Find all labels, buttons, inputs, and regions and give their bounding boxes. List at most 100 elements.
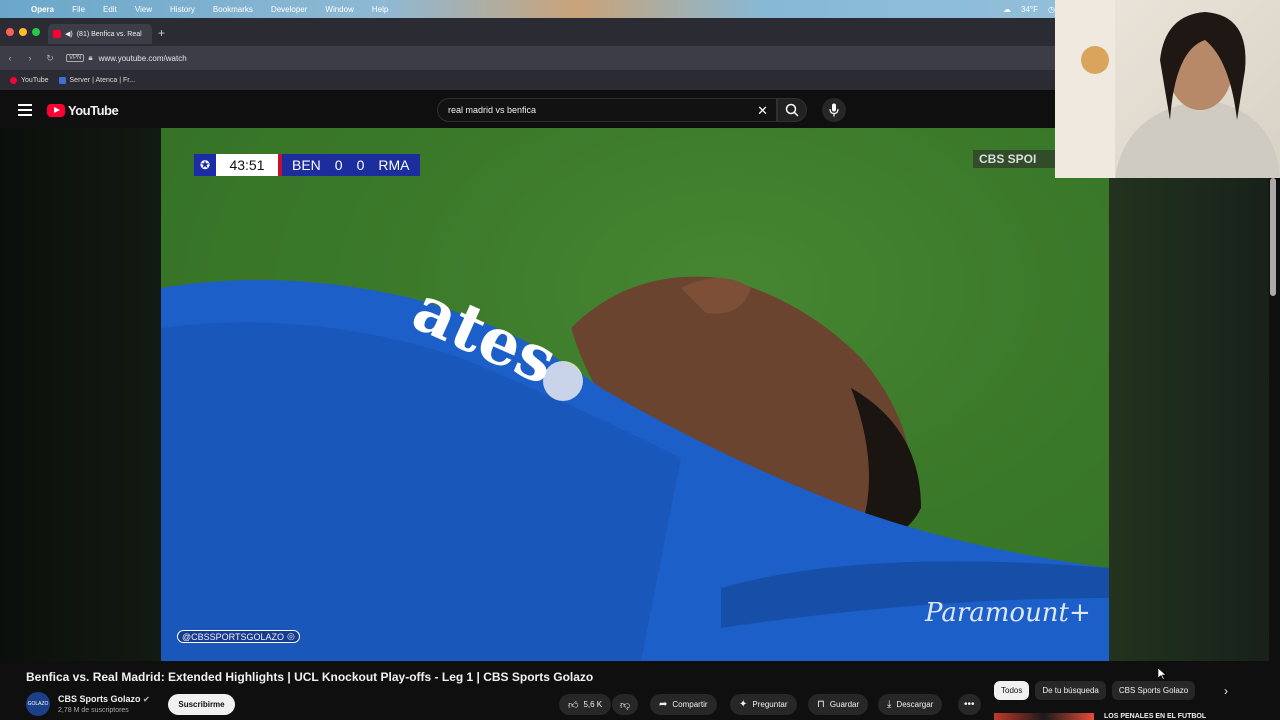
sparkle-icon: ✦	[739, 699, 748, 710]
bookmark-icon: ⊓	[817, 699, 825, 710]
ambient-right	[1109, 178, 1269, 661]
window-controls	[6, 28, 40, 36]
close-window-button[interactable]	[6, 28, 14, 36]
weather-icon[interactable]: ☁	[1003, 5, 1011, 14]
home-team: BEN	[292, 157, 321, 173]
dislike-button[interactable]: 👎︎	[612, 694, 639, 715]
golazo-icon: ◎	[287, 631, 295, 641]
chip-from-search[interactable]: De tu búsqueda	[1035, 681, 1106, 700]
download-label: Descargar	[896, 700, 934, 709]
bookmark-server[interactable]: Server | Atenca | Fr...	[58, 76, 136, 84]
reload-icon[interactable]: ↻	[40, 53, 60, 64]
chip-channel[interactable]: CBS Sports Golazo	[1111, 681, 1196, 700]
download-button[interactable]: ⤓ Descargar	[878, 694, 943, 715]
menu-edit[interactable]: Edit	[94, 5, 126, 14]
clear-search-icon[interactable]: ✕	[757, 103, 768, 119]
webcam-person-image	[1055, 0, 1280, 178]
forward-icon[interactable]: ›	[20, 53, 40, 63]
menubar-status: ☁ 34°F ◷	[1003, 5, 1055, 14]
ask-button[interactable]: ✦ Preguntar	[730, 694, 797, 715]
save-button[interactable]: ⊓ Guardar	[808, 694, 869, 715]
menu-opera[interactable]: Opera	[22, 5, 63, 14]
search-icon	[785, 103, 799, 117]
social-handle: @CBSSPORTSGOLAZO ◎	[177, 630, 300, 643]
new-tab-button[interactable]: +	[158, 26, 165, 40]
youtube-play-icon	[47, 104, 65, 117]
page-scrollbar[interactable]	[1270, 178, 1276, 296]
menu-bookmarks[interactable]: Bookmarks	[204, 5, 262, 14]
bookmark-label: YouTube	[21, 76, 49, 84]
url-field[interactable]: www.youtube.com/watch	[99, 54, 187, 63]
menu-window[interactable]: Window	[316, 5, 362, 14]
menu-help[interactable]: Help	[363, 5, 397, 14]
more-icon: •••	[964, 699, 975, 710]
speaker-icon[interactable]: ◀)	[65, 30, 73, 38]
match-clock: 43:51	[216, 154, 278, 176]
vpn-badge[interactable]: VPN	[66, 54, 85, 62]
save-label: Guardar	[829, 700, 860, 709]
chevron-right-icon[interactable]: ›	[1224, 684, 1228, 698]
subscriber-count: 2,78 M de suscriptores	[58, 707, 129, 714]
menu-file[interactable]: File	[63, 5, 94, 14]
download-icon: ⤓	[887, 699, 892, 710]
menu-history[interactable]: History	[161, 5, 204, 14]
score-line: BEN 0 0 RMA	[278, 154, 420, 176]
recommendation-thumbnail[interactable]	[994, 713, 1094, 720]
thumbs-down-icon: 👎︎	[620, 699, 631, 711]
webcam-overlay	[1055, 0, 1280, 178]
verified-icon: ✔	[143, 695, 150, 704]
lock-icon[interactable]: 🔒︎	[88, 53, 92, 63]
menu-icon[interactable]	[18, 104, 32, 119]
share-label: Compartir	[672, 700, 708, 709]
video-player[interactable]: ates ✪ 43:51 BEN 0 0 RMA CBS SPOI @CBSSP…	[161, 128, 1109, 661]
channel-name-text[interactable]: CBS Sports Golazo	[58, 694, 141, 704]
chip-all[interactable]: Todos	[994, 681, 1030, 700]
search-value: real madrid vs benfica	[448, 105, 537, 115]
like-button[interactable]: 👍︎ 5,6 K	[559, 694, 612, 715]
youtube-bookmark-icon	[10, 76, 17, 84]
away-team: RMA	[378, 157, 410, 173]
share-button[interactable]: ➦ Compartir	[650, 694, 717, 715]
zoom-window-button[interactable]	[32, 28, 40, 36]
search-input[interactable]: real madrid vs benfica ✕	[437, 98, 777, 122]
menu-developer[interactable]: Developer	[262, 5, 316, 14]
mouse-cursor-icon	[1158, 668, 1166, 680]
minimize-window-button[interactable]	[19, 28, 27, 36]
menu-view[interactable]: View	[126, 5, 161, 14]
back-icon[interactable]: ‹	[0, 53, 20, 63]
ask-label: Preguntar	[752, 700, 788, 709]
thumbs-up-icon: 👍︎	[568, 699, 579, 711]
subscribe-button[interactable]: Suscribirme	[168, 694, 235, 715]
like-count: 5,6 K	[583, 700, 603, 709]
paramount-watermark: Paramount+	[925, 598, 1091, 628]
share-icon: ➦	[659, 699, 668, 710]
youtube-logo[interactable]: YouTube	[47, 103, 119, 118]
champions-league-icon: ✪	[194, 154, 216, 176]
address-bar: ‹ › ↻ VPN 🔒︎ www.youtube.com/watch	[0, 46, 1055, 70]
channel-name[interactable]: CBS Sports Golazo ✔	[58, 694, 150, 704]
scoreboard: ✪ 43:51 BEN 0 0 RMA	[194, 154, 420, 176]
tab-title: (81) Benfica vs. Real	[76, 30, 142, 38]
youtube-logo-text: YouTube	[68, 103, 119, 118]
bookmark-label: Server | Atenca | Fr...	[69, 76, 136, 84]
handle-text: @CBSSPORTSGOLAZO	[182, 631, 284, 642]
recommendation-title[interactable]: LOS PENALES EN EL FUTBOL	[1104, 713, 1206, 720]
microphone-icon	[829, 103, 839, 117]
ambient-left	[0, 128, 161, 661]
browser-tab[interactable]: ◀) (81) Benfica vs. Real	[48, 24, 152, 44]
bookmark-youtube[interactable]: YouTube	[10, 76, 49, 84]
youtube-favicon-icon	[53, 30, 61, 38]
temperature-label: 34°F	[1021, 4, 1039, 14]
more-actions-button[interactable]: •••	[958, 694, 981, 715]
video-title: Benfica vs. Real Madrid: Extended Highli…	[26, 670, 594, 684]
server-bookmark-icon	[58, 76, 66, 84]
bookmarks-bar: YouTube Server | Atenca | Fr...	[0, 70, 1055, 90]
voice-search-button[interactable]	[822, 98, 846, 122]
channel-avatar[interactable]: GOLAZO	[26, 692, 50, 716]
video-frame	[161, 128, 1109, 661]
home-score: 0	[334, 157, 343, 173]
search-button[interactable]	[777, 98, 807, 122]
clock-icon[interactable]: ◷	[1048, 5, 1055, 14]
filter-chips: Todos De tu búsqueda CBS Sports Golazo	[994, 681, 1196, 700]
away-score: 0	[356, 157, 365, 173]
